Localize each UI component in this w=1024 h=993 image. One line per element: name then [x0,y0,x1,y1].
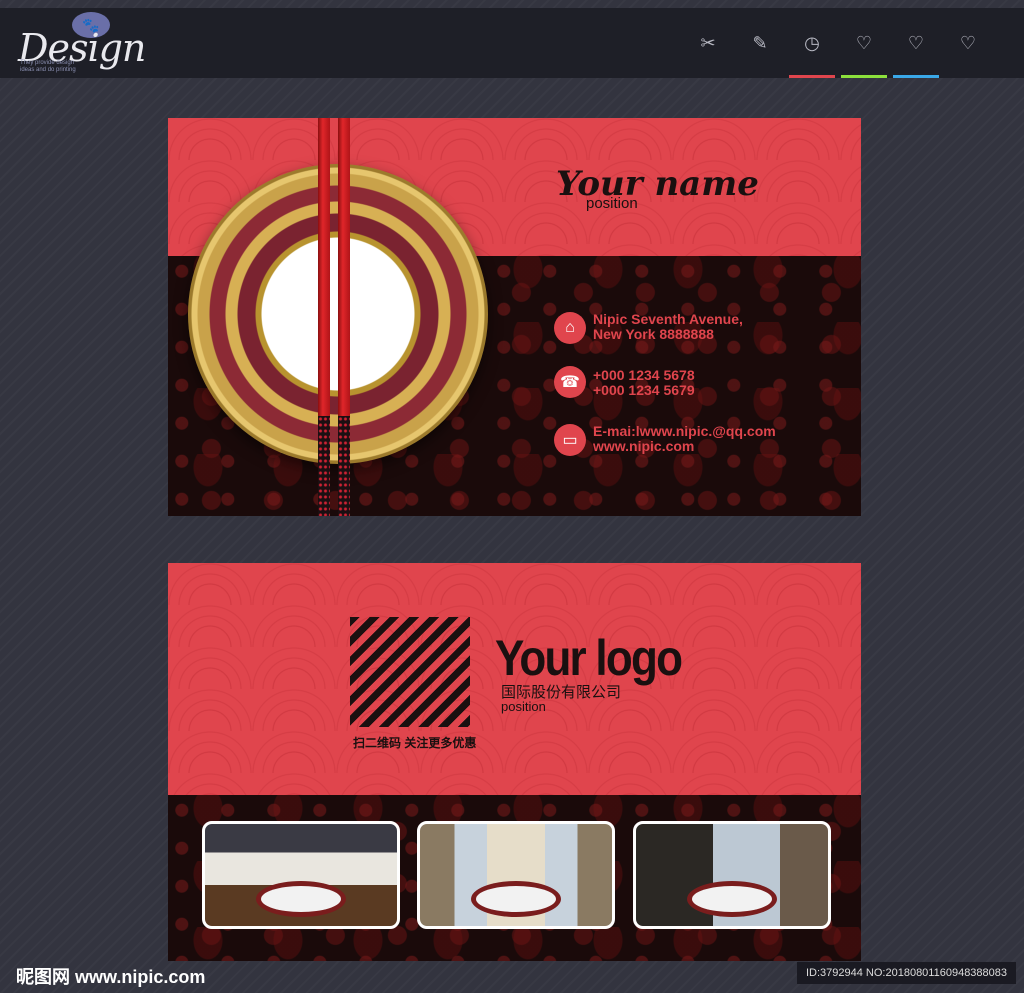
business-card-back: 扫二维码 关注更多优惠 Your logo 国际股份有限公司 position [168,563,861,961]
tool-underline-blue [893,75,939,78]
tool-underline [945,75,991,78]
heart-icon[interactable]: ♡ [838,8,890,78]
card-position: position [586,195,638,212]
address-line: Nipic Seventh Avenue, [593,311,743,327]
restaurant-photo [202,821,400,929]
restaurant-photo [633,821,831,929]
website-line: www.nipic.com [593,438,695,454]
tool-underline [737,75,783,78]
phone-number: +000 1234 5678 [593,367,695,383]
tool-underline-green [841,75,887,78]
heart-add-icon[interactable]: ♡ [890,8,942,78]
phone-row: ☎ +000 1234 5678 +000 1234 5679 [554,366,695,398]
site-logo[interactable]: 🐾 Design They provide design ideas and d… [18,12,146,74]
top-bar: 🐾 Design They provide design ideas and d… [0,8,1024,78]
tool-underline-red [789,75,835,78]
heart-remove-icon[interactable]: ♡ [942,8,994,78]
home-icon: ⌂ [554,312,586,344]
address-row: ⌂ Nipic Seventh Avenue, New York 8888888 [554,312,743,344]
tool-underline [685,75,731,78]
qr-code-placeholder [350,617,470,727]
pencil-icon[interactable]: ✎ [734,8,786,78]
monitor-icon: ▭ [554,424,586,456]
toolbar: ✂ ✎ ◷ ♡ ♡ ♡ [682,8,994,78]
chopstick-image [338,118,350,516]
business-card-front: Your name position ⌂ Nipic Seventh Avenu… [168,118,861,516]
scissors-icon[interactable]: ✂ [682,8,734,78]
phone-number: +000 1234 5679 [593,382,695,398]
chopstick-image [318,118,330,516]
logo-tagline: They provide design ideas and do printin… [20,60,76,73]
watermark-id: ID:3792944 NO:20180801160948388083 [797,962,1016,984]
qr-caption: 扫二维码 关注更多优惠 [353,736,477,750]
watermark-left: 昵图网 www.nipic.com [16,967,206,987]
card-position: position [501,699,546,714]
phone-icon: ☎ [554,366,586,398]
email-line: E-mai:lwww.nipic.@qq.com [593,423,776,439]
clock-icon[interactable]: ◷ [786,8,838,78]
logo-text: Your logo [495,630,683,686]
address-line: New York 8888888 [593,326,714,342]
restaurant-photo [417,821,615,929]
email-row: ▭ E-mai:lwww.nipic.@qq.com www.nipic.com [554,424,776,456]
